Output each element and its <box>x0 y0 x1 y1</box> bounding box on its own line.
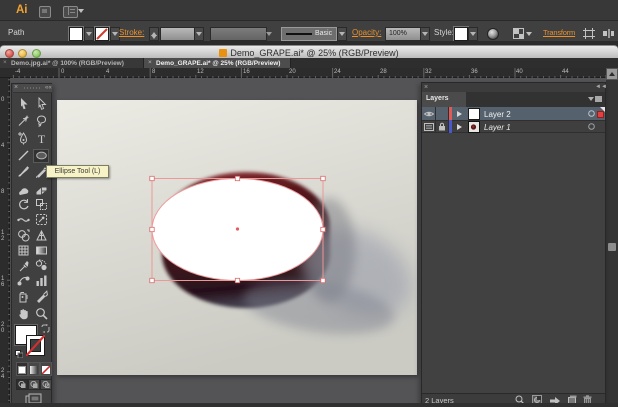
svg-text:T: T <box>38 132 46 145</box>
